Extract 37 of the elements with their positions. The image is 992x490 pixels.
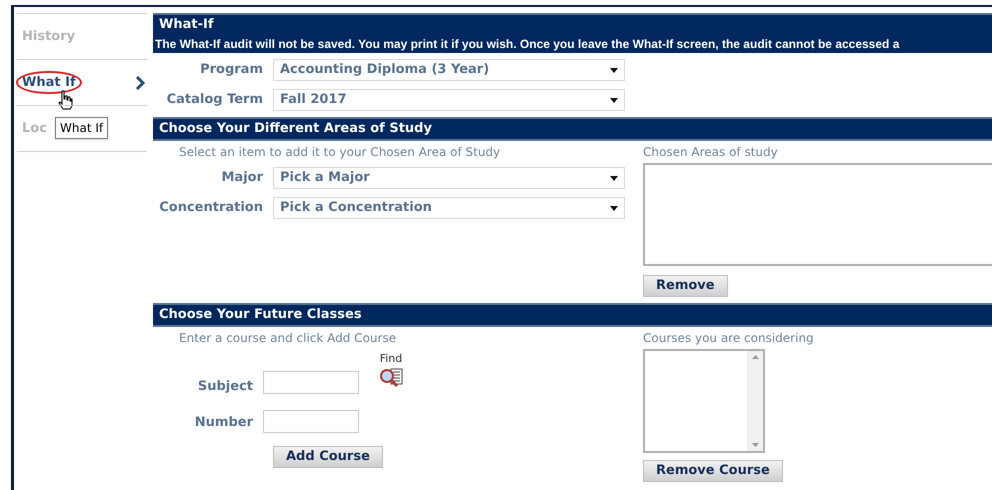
sidebar-item[interactable]: What If [18, 72, 80, 92]
hand-cursor-icon [57, 90, 73, 110]
dropdown[interactable]: Fall 2017 [273, 89, 625, 111]
field-label: Number [194, 415, 253, 430]
field-label: Program [199, 61, 264, 80]
magnifier-list-icon[interactable] [379, 368, 403, 388]
hint-text: Enter a course and click Add Course [178, 330, 398, 347]
scrollbar[interactable] [747, 351, 763, 451]
chosen-areas-list[interactable] [643, 163, 992, 266]
field-label: Concentration [158, 199, 264, 218]
hint-text: Select an item to add it to your Chosen Area of Study [178, 144, 502, 161]
remove-button[interactable]: Remove [643, 274, 728, 297]
dropdown[interactable]: Pick a Concentration [273, 197, 625, 219]
tooltip: What If [55, 117, 108, 139]
add-course-button[interactable]: Add Course [273, 446, 383, 468]
dropdown[interactable]: Accounting Diploma (3 Year) [273, 59, 625, 81]
scroll-up-icon[interactable] [752, 355, 758, 359]
section-header: Choose Your Future Classes [153, 303, 992, 327]
dropdown[interactable]: Pick a Major [273, 167, 625, 189]
scroll-down-icon[interactable] [752, 443, 758, 447]
remove-course-button[interactable]: Remove Course [643, 460, 783, 482]
field-label: Major [220, 169, 264, 188]
caret-icon [610, 176, 618, 180]
caret-icon [610, 98, 618, 102]
chevron-right-icon [135, 76, 145, 90]
caret-icon [610, 206, 618, 210]
find-link[interactable]: Find [380, 351, 402, 368]
field-label: Subject [198, 379, 253, 394]
subject-field[interactable] [263, 371, 359, 394]
courses-list[interactable] [643, 349, 765, 453]
caret-icon [610, 68, 618, 72]
notice-banner: The What-If audit will not be saved. You may print it if you wish. Once you leave the What-If screen, the audit cannot be accessed a [153, 34, 992, 53]
section-header: Choose Your Different Areas of Study [153, 117, 992, 141]
number-field[interactable] [263, 410, 359, 432]
list-label: Chosen Areas of study [643, 144, 779, 161]
list-label: Courses you are considering [643, 330, 815, 347]
field-label: Catalog Term [166, 91, 264, 110]
